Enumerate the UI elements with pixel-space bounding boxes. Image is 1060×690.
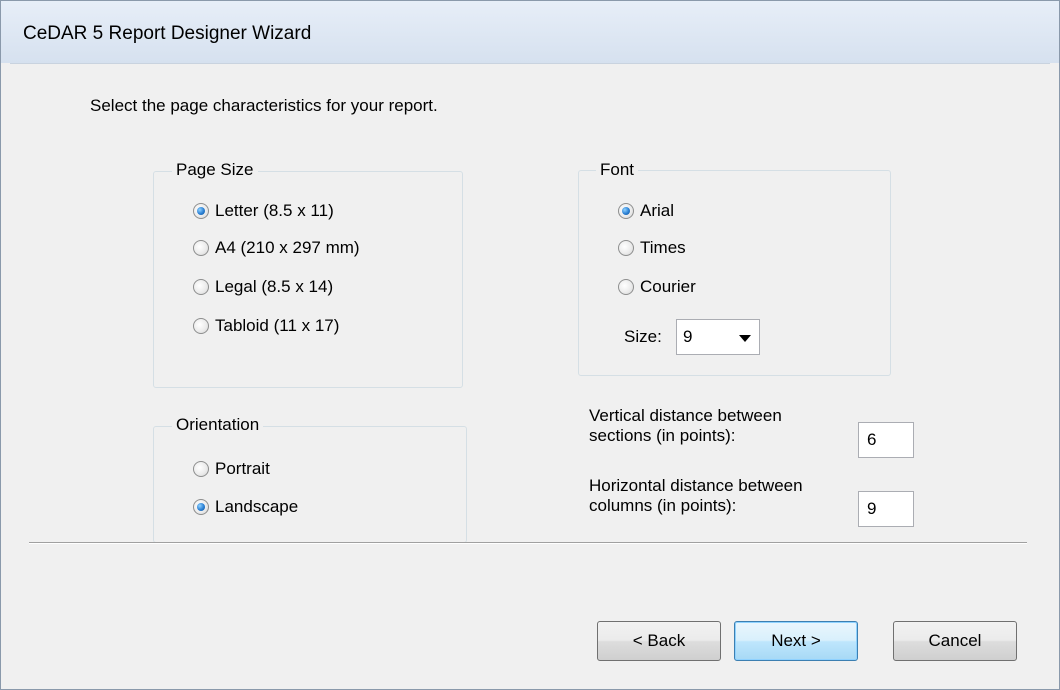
radio-label: Arial — [640, 201, 675, 220]
chevron-down-icon[interactable] — [739, 335, 751, 342]
page-size-legal-radio[interactable]: Legal (8.5 x 14) — [193, 275, 333, 299]
radio-label: Tabloid (11 x 17) — [215, 316, 340, 335]
radio-label: Courier — [640, 277, 696, 296]
cancel-button[interactable]: Cancel — [893, 621, 1017, 661]
next-button[interactable]: Next > — [734, 621, 858, 661]
page-size-group-label: Page Size — [172, 160, 258, 180]
radio-label: Portrait — [215, 459, 270, 478]
vertical-distance-label-line1: Vertical distance between — [589, 406, 782, 425]
radio-label: A4 (210 x 297 mm) — [215, 238, 360, 257]
font-group-label: Font — [596, 160, 639, 180]
page-size-a4-radio[interactable]: A4 (210 x 297 mm) — [193, 236, 360, 260]
radio-label: Landscape — [215, 497, 299, 516]
radio-checked-icon — [193, 499, 209, 515]
window-title: CeDAR 5 Report Designer Wizard — [23, 23, 312, 44]
font-courier-radio[interactable]: Courier — [618, 275, 696, 299]
radio-label: Legal (8.5 x 14) — [215, 277, 334, 296]
instruction-text: Select the page characteristics for your… — [90, 96, 438, 115]
horizontal-distance-input[interactable]: 9 — [858, 491, 914, 527]
wizard-content: Select the page characteristics for your… — [10, 63, 1050, 681]
orientation-group — [153, 426, 467, 543]
radio-unchecked-icon — [193, 461, 209, 477]
radio-label: Times — [640, 238, 686, 257]
horizontal-distance-label-line1: Horizontal distance between — [589, 476, 803, 495]
font-size-dropdown[interactable]: 9 — [676, 319, 760, 355]
font-times-radio[interactable]: Times — [618, 236, 686, 260]
radio-label: Letter (8.5 x 11) — [215, 201, 334, 220]
page-size-letter-radio[interactable]: Letter (8.5 x 11) — [193, 199, 334, 223]
vertical-distance-input[interactable]: 6 — [858, 422, 914, 458]
button-separator — [29, 542, 1027, 544]
font-arial-radio[interactable]: Arial — [618, 199, 674, 223]
page-size-tabloid-radio[interactable]: Tabloid (11 x 17) — [193, 314, 339, 338]
orientation-landscape-radio[interactable]: Landscape — [193, 495, 298, 519]
orientation-portrait-radio[interactable]: Portrait — [193, 457, 270, 481]
radio-unchecked-icon — [193, 279, 209, 295]
back-button[interactable]: < Back — [597, 621, 721, 661]
radio-unchecked-icon — [618, 240, 634, 256]
radio-checked-icon — [618, 203, 634, 219]
font-size-label: Size: — [624, 327, 662, 346]
radio-checked-icon — [193, 203, 209, 219]
horizontal-distance-label-line2: columns (in points): — [589, 496, 737, 515]
vertical-distance-label-line2: sections (in points): — [589, 426, 736, 445]
orientation-group-label: Orientation — [172, 415, 264, 435]
font-size-value: 9 — [683, 327, 693, 346]
wizard-window: CeDAR 5 Report Designer Wizard Select th… — [0, 0, 1060, 690]
radio-unchecked-icon — [618, 279, 634, 295]
radio-unchecked-icon — [193, 240, 209, 256]
title-bar[interactable]: CeDAR 5 Report Designer Wizard — [1, 1, 1059, 63]
radio-unchecked-icon — [193, 318, 209, 334]
